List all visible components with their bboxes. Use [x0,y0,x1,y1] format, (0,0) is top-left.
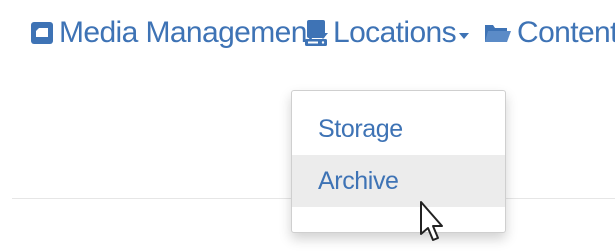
mouse-pointer-icon [420,201,443,241]
media-icon [30,21,54,45]
server-icon [304,19,328,47]
screenshot-stage: Media Management Locations Content Stora… [0,0,615,252]
nav-label-content: Content [517,16,615,49]
locations-dropdown-menu: Storage Archive [291,90,506,233]
nav-item-media-management[interactable]: Media Management [30,8,328,58]
nav-item-locations[interactable]: Locations [304,8,470,58]
top-navigation: Media Management Locations Content [0,8,615,58]
dropdown-item-archive[interactable]: Archive [292,155,505,207]
dropdown-item-storage[interactable]: Storage [292,103,505,155]
folder-open-icon [484,21,512,45]
nav-item-content[interactable]: Content [484,8,615,58]
nav-label-locations: Locations [333,16,457,49]
chevron-down-icon [459,33,470,39]
nav-label-media-management: Media Management [59,16,315,49]
